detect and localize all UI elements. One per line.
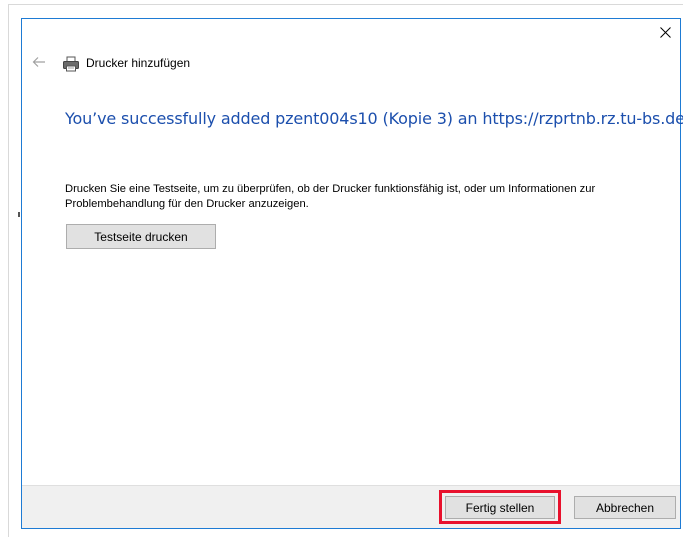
dialog-title: Drucker hinzufügen: [86, 56, 191, 70]
printer-icon: [62, 55, 80, 73]
finish-button[interactable]: Fertig stellen: [445, 496, 555, 519]
back-arrow-icon: [32, 55, 46, 73]
success-heading: You’ve successfully added pzent004s10 (K…: [65, 109, 683, 128]
close-icon: [659, 25, 671, 43]
navigation-row: Drucker hinzufügen: [22, 49, 680, 79]
cancel-button[interactable]: Abbrechen: [574, 496, 676, 519]
background-window-edge-left: [8, 4, 9, 537]
test-page-description: Drucken Sie eine Testseite, um zu überpr…: [65, 183, 596, 210]
print-test-page-button[interactable]: Testseite drucken: [66, 224, 216, 249]
back-button[interactable]: [30, 55, 48, 73]
resize-marker: [18, 212, 20, 217]
dialog-footer: Fertig stellen Abbrechen: [22, 485, 680, 528]
add-printer-dialog: Drucker hinzufügen You’ve successfully a…: [21, 18, 683, 529]
title-bar: [22, 19, 680, 49]
background-window-edge-top: [8, 4, 683, 5]
close-button[interactable]: [650, 19, 680, 49]
